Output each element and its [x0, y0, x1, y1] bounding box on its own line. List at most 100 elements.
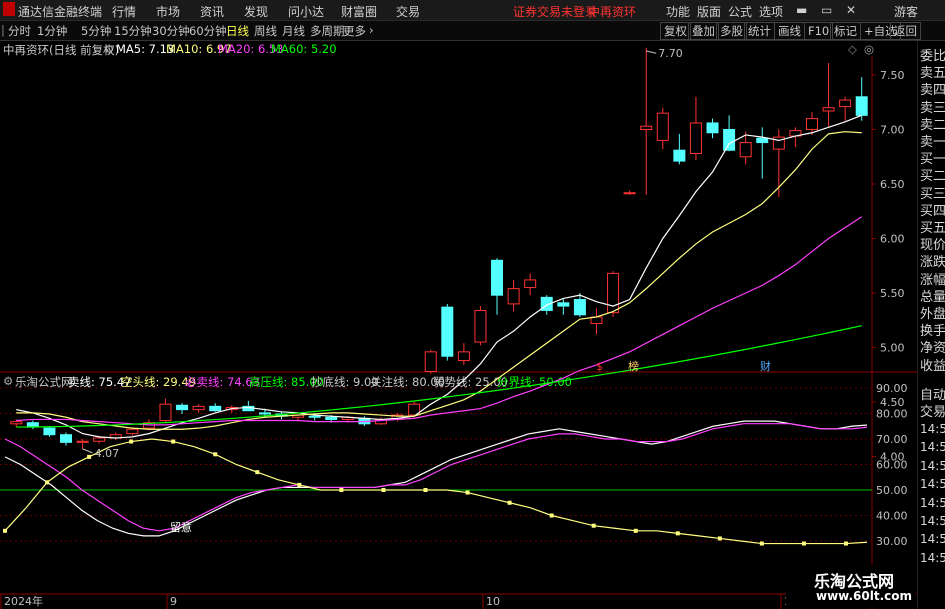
- sidebar-item[interactable]: 收益: [920, 355, 945, 374]
- candle-body[interactable]: [739, 142, 752, 158]
- price-tick-label: 7.50: [880, 69, 905, 82]
- bear-dot: [507, 500, 512, 505]
- sidebar-item[interactable]: 总量: [920, 286, 945, 305]
- sidebar-item[interactable]: 涨幅: [920, 269, 945, 288]
- indicator-tick-label: 80.00: [876, 408, 908, 421]
- note-label: 留意: [170, 520, 192, 534]
- candle-body[interactable]: [325, 416, 338, 420]
- bear-dot: [801, 541, 806, 546]
- x-axis-label: 9: [170, 595, 177, 608]
- sidebar-item[interactable]: 现价: [920, 234, 945, 253]
- candle-body[interactable]: [491, 259, 504, 296]
- candle-body[interactable]: [673, 149, 686, 162]
- quote-sidebar: 委比 卖五 卖四 卖三 卖二 卖一 买一 买二 买三 买四 买五 现价 涨跌 涨幅 总量 外盘 换手 净资 收益 自动…: [917, 41, 945, 609]
- sidebar-item[interactable]: 买四: [920, 200, 945, 219]
- ma10-line: [16, 131, 862, 430]
- bear-dot: [3, 528, 7, 533]
- sidebar-item[interactable]: 委比: [920, 45, 945, 64]
- candle-body[interactable]: [573, 299, 586, 316]
- candle-body[interactable]: [308, 415, 321, 418]
- sidebar-time-label: 14:56: [920, 458, 945, 473]
- bear-dot: [129, 439, 134, 444]
- dollar-marker[interactable]: $: [596, 360, 603, 373]
- indicator-tick-label: 70.00: [876, 433, 908, 446]
- candle-body[interactable]: [656, 112, 669, 141]
- sidebar-time-label: 14:56: [920, 495, 945, 510]
- candle-body[interactable]: [192, 405, 205, 411]
- bear-dot: [591, 523, 596, 528]
- candle-body[interactable]: [76, 440, 89, 443]
- sidebar-trade-item[interactable]: 交易: [920, 401, 945, 420]
- bear-dot: [339, 488, 344, 492]
- candle-body[interactable]: [43, 427, 56, 436]
- low-price-label: 4.07: [95, 447, 120, 460]
- candle-body[interactable]: [607, 272, 620, 314]
- sell-line: [4, 420, 868, 537]
- finance-marker[interactable]: 财: [760, 359, 771, 373]
- candle-body[interactable]: [557, 302, 570, 307]
- kline-chart[interactable]: 7.507.006.506.005.505.004.504.0090.0080.…: [0, 0, 917, 609]
- candle-body[interactable]: [441, 306, 454, 357]
- candle-body[interactable]: [706, 122, 719, 134]
- indicator-tick-label: 30.00: [876, 535, 908, 548]
- candle-body[interactable]: [839, 99, 852, 108]
- sidebar-time-label: 14:56: [920, 532, 945, 547]
- candle-body[interactable]: [524, 279, 537, 289]
- high-price-label: 7.70: [658, 47, 683, 60]
- bear-dot: [45, 480, 50, 485]
- candle-body[interactable]: [507, 288, 520, 305]
- sidebar-item[interactable]: 买五: [920, 217, 945, 236]
- bear-dot: [171, 439, 176, 444]
- candle-body[interactable]: [93, 437, 106, 442]
- candle-body[interactable]: [10, 421, 23, 425]
- ma5-line: [16, 114, 862, 439]
- sidebar-item[interactable]: 换手: [920, 320, 945, 339]
- sidebar-item[interactable]: 净资: [920, 337, 945, 356]
- sidebar-item[interactable]: 买二: [920, 165, 945, 184]
- candle-body[interactable]: [258, 412, 271, 415]
- candle-body[interactable]: [756, 137, 769, 144]
- sidebar-item[interactable]: 卖五: [920, 62, 945, 81]
- sidebar-time-label: 14:56: [920, 422, 945, 436]
- candle-body[interactable]: [640, 125, 653, 131]
- price-tick-label: 6.00: [880, 233, 905, 246]
- sidebar-item[interactable]: 卖四: [920, 79, 945, 98]
- sidebar-item[interactable]: 卖二: [920, 114, 945, 133]
- sidebar-item[interactable]: 外盘: [920, 303, 945, 322]
- sidebar-item[interactable]: 买一: [920, 148, 945, 167]
- bear-line: [4, 438, 868, 545]
- sidebar-item[interactable]: 卖一: [920, 131, 945, 150]
- bear-dot: [717, 536, 722, 541]
- candle-body[interactable]: [855, 96, 868, 116]
- candle-body[interactable]: [126, 428, 139, 435]
- candle-body[interactable]: [822, 107, 835, 112]
- bear-dot: [213, 452, 218, 457]
- sidebar-item[interactable]: 买三: [920, 183, 945, 202]
- bear-dot: [633, 528, 638, 533]
- bear-dot: [87, 454, 92, 459]
- candle-body[interactable]: [176, 404, 189, 411]
- bear-dot: [297, 482, 302, 487]
- candle-body[interactable]: [474, 309, 487, 343]
- candle-body[interactable]: [424, 351, 437, 372]
- indicator-tick-label: 90.00: [876, 382, 908, 395]
- candle-body[interactable]: [805, 118, 818, 130]
- candle-body[interactable]: [457, 351, 470, 362]
- candle-body[interactable]: [209, 405, 222, 412]
- candle-body[interactable]: [723, 129, 736, 151]
- bear-dot: [759, 541, 764, 546]
- sidebar-time-label: 14:56: [920, 550, 945, 565]
- candle-body[interactable]: [60, 434, 73, 443]
- watermark-url: www.60lt.com: [816, 589, 913, 603]
- price-tick-label: 7.00: [880, 124, 905, 137]
- sidebar-item[interactable]: 卖三: [920, 97, 945, 116]
- rank-marker[interactable]: 榜: [628, 359, 639, 373]
- sidebar-item[interactable]: 涨跌: [920, 251, 945, 270]
- candle-body[interactable]: [159, 403, 172, 422]
- price-tick-label: 5.00: [880, 342, 905, 355]
- candle-body[interactable]: [623, 192, 636, 195]
- candle-body[interactable]: [689, 122, 702, 154]
- bear-dot: [465, 490, 470, 495]
- low-pointer: [82, 448, 93, 454]
- indicator-tick-label: 60.00: [876, 459, 908, 472]
